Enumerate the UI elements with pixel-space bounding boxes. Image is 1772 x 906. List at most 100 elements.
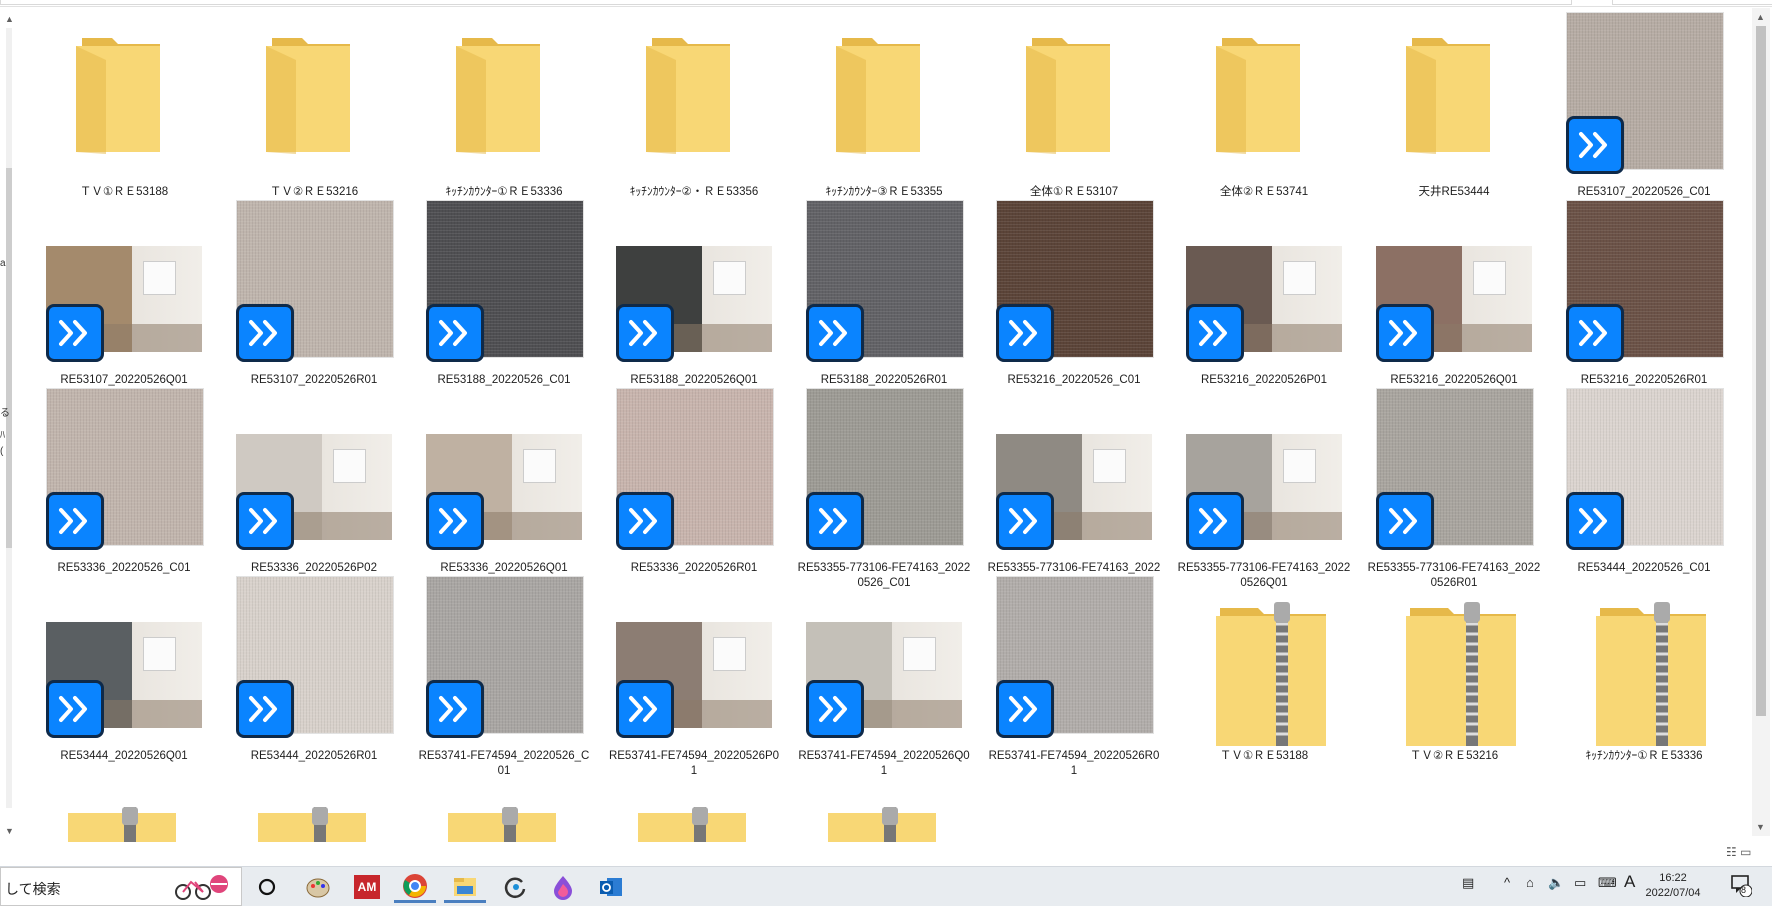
address-box[interactable] <box>0 0 1572 5</box>
show-hidden-icons-chevron-icon[interactable]: ^ <box>1504 875 1510 890</box>
fast-forward-badge-icon <box>1566 304 1624 362</box>
image-file-item[interactable]: RE53336_20220526_C01 <box>36 388 212 576</box>
folder-icon <box>452 30 546 156</box>
image-file-item[interactable]: RE53355-773106-FE74163_20220526R01 <box>1366 388 1542 589</box>
network-device-icon[interactable]: ⌂ <box>1526 875 1534 890</box>
image-file-item[interactable]: RE53216_20220526_C01 <box>986 200 1162 388</box>
folder-item[interactable]: ＴＶ②ＲＥ53216 <box>226 12 402 200</box>
image-file-item[interactable]: RE53444_20220526Q01 <box>36 576 212 764</box>
notification-count: 8 <box>1741 885 1747 895</box>
fast-forward-badge-icon <box>1186 492 1244 550</box>
ime-mode-indicator[interactable]: A <box>1624 872 1635 892</box>
item-label: RE53216_20220526_C01 <box>1007 374 1141 386</box>
folder-item[interactable]: ｷｯﾁﾝｶｳﾝﾀｰ①ＲＥ53336 <box>416 12 592 200</box>
image-file-item[interactable]: RE53336_20220526P02 <box>226 388 402 576</box>
am-app-icon[interactable]: AM <box>346 871 388 903</box>
image-file-item[interactable]: RE53188_20220526Q01 <box>606 200 782 388</box>
outlook-icon[interactable] <box>590 871 632 903</box>
cortana-icon[interactable] <box>246 871 288 903</box>
zip-archive-item[interactable]: ＴＶ②ＲＥ53216 <box>1366 576 1542 764</box>
image-file-item[interactable]: RE53355-773106-FE74163_20220526_C01 <box>796 388 972 589</box>
fast-forward-badge-icon <box>806 492 864 550</box>
scrollbar-thumb[interactable] <box>1756 26 1766 716</box>
image-file-item[interactable]: RE53336_20220526Q01 <box>416 388 592 576</box>
fast-forward-badge-icon <box>616 304 674 362</box>
search-highlight-bicycle-icon <box>175 875 228 900</box>
image-file-item[interactable]: RE53188_20220526R01 <box>796 200 972 388</box>
taskbar: して検索 AM ▤ ^ ⌂ 🔈 ▭ ⌨ A 16:22 2022/07/04 8 <box>0 866 1772 906</box>
view-mode-icons[interactable]: ☷ ▭ <box>1726 845 1751 859</box>
vertical-scrollbar[interactable]: ▲ ▼ <box>1752 8 1770 836</box>
image-file-item[interactable]: RE53336_20220526R01 <box>606 388 782 576</box>
item-label: RE53741-FE74594_20220526Q01 <box>798 750 970 777</box>
am-app-label: AM <box>354 875 380 899</box>
clock-time: 16:22 <box>1659 872 1687 884</box>
fast-forward-badge-icon <box>806 304 864 362</box>
folder-item[interactable]: 全体②ＲＥ53741 <box>1176 12 1352 200</box>
fast-forward-badge-icon <box>996 680 1054 738</box>
folder-item[interactable]: ＴＶ①ＲＥ53188 <box>36 12 212 200</box>
zip-folder-icon[interactable] <box>256 807 368 842</box>
item-label: RE53741-FE74594_20220526_C01 <box>418 750 590 777</box>
keyboard-icon[interactable]: ⌨ <box>1598 875 1617 891</box>
item-label: RE53741-FE74594_20220526P01 <box>608 750 780 777</box>
fast-forward-badge-icon <box>426 304 484 362</box>
file-grid: ＴＶ①ＲＥ53188 ＴＶ②ＲＥ53216 ｷｯﾁﾝｶｳﾝﾀｰ①ＲＥ53336 ｷｯﾁ… <box>36 12 1756 842</box>
zip-folder-icon[interactable] <box>636 807 748 842</box>
nav-text-fragment: る <box>0 408 10 419</box>
image-file-item[interactable]: RE53107_20220526Q01 <box>36 200 212 388</box>
folder-item[interactable]: 全体①ＲＥ53107 <box>986 12 1162 200</box>
zip-folder-icon[interactable] <box>826 807 938 842</box>
taskbar-search-box[interactable]: して検索 <box>0 867 242 906</box>
image-file-item[interactable]: RE53741-FE74594_20220526_C01 <box>416 576 592 777</box>
image-file-item[interactable]: RE53741-FE74594_20220526Q01 <box>796 576 972 777</box>
file-explorer-icon[interactable] <box>444 871 486 903</box>
zip-archive-item[interactable]: ＴＶ①ＲＥ53188 <box>1176 576 1352 764</box>
image-file-item[interactable]: RE53107_20220526R01 <box>226 200 402 388</box>
folder-item[interactable]: 天井RE53444 <box>1366 12 1542 200</box>
folder-item[interactable]: ｷｯﾁﾝｶｳﾝﾀｰ③ＲＥ53355 <box>796 12 972 200</box>
image-file-item[interactable]: RE53107_20220526_C01 <box>1556 12 1732 200</box>
nav-text-fragment: a <box>0 258 6 269</box>
folder-item[interactable]: ｷｯﾁﾝｶｳﾝﾀｰ②・ＲＥ53356 <box>606 12 782 200</box>
chrome-icon[interactable] <box>394 871 436 903</box>
item-label: RE53216_20220526Q01 <box>1390 374 1518 386</box>
image-file-item[interactable]: RE53355-773106-FE74163_20220526Q01 <box>1176 388 1352 589</box>
item-label: 全体②ＲＥ53741 <box>1219 186 1309 198</box>
nav-scroll-thumb[interactable] <box>6 168 12 548</box>
item-label: ｷｯﾁﾝｶｳﾝﾀｰ③ＲＥ53355 <box>825 186 943 198</box>
notification-center-icon[interactable]: 8 <box>1730 873 1753 900</box>
image-file-item[interactable]: RE53216_20220526R01 <box>1556 200 1732 388</box>
scroll-down-arrow-icon[interactable]: ▼ <box>5 826 14 836</box>
clock[interactable]: 16:22 2022/07/04 <box>1640 871 1706 901</box>
zip-folder-icon[interactable] <box>446 807 558 842</box>
scroll-up-icon[interactable]: ▲ <box>1756 12 1765 22</box>
image-file-item[interactable]: RE53216_20220526Q01 <box>1366 200 1542 388</box>
item-label: 天井RE53444 <box>1418 186 1490 198</box>
folder-icon <box>1402 30 1496 156</box>
image-file-item[interactable]: RE53216_20220526P01 <box>1176 200 1352 388</box>
navigation-pane-edge: ▲ ▼ <box>0 8 18 836</box>
image-file-item[interactable]: RE53444_20220526_C01 <box>1556 388 1732 576</box>
zip-archive-item[interactable]: ｷｯﾁﾝｶｳﾝﾀｰ①ＲＥ53336 <box>1556 576 1732 764</box>
fast-forward-badge-icon <box>1566 116 1624 174</box>
zip-folder-icon[interactable] <box>66 807 178 842</box>
item-label: ｷｯﾁﾝｶｳﾝﾀｰ①ＲＥ53336 <box>1585 750 1703 762</box>
item-label: RE53336_20220526Q01 <box>440 562 568 574</box>
news-widget-icon[interactable]: ▤ <box>1462 875 1474 891</box>
scroll-up-arrow-icon[interactable]: ▲ <box>5 14 14 24</box>
item-label: RE53741-FE74594_20220526R01 <box>988 750 1160 777</box>
image-file-item[interactable]: RE53741-FE74594_20220526R01 <box>986 576 1162 777</box>
paint-icon[interactable] <box>297 871 339 903</box>
display-icon[interactable]: ▭ <box>1574 875 1586 891</box>
search-box[interactable] <box>1612 0 1772 5</box>
scroll-down-icon[interactable]: ▼ <box>1756 822 1765 832</box>
image-file-item[interactable]: RE53444_20220526R01 <box>226 576 402 764</box>
refresh-app-icon[interactable] <box>494 871 536 903</box>
image-file-item[interactable]: RE53355-773106-FE74163_20220526P02 <box>986 388 1162 589</box>
volume-icon[interactable]: 🔈 <box>1548 875 1564 891</box>
image-file-item[interactable]: RE53188_20220526_C01 <box>416 200 592 388</box>
fast-forward-badge-icon <box>616 492 674 550</box>
color-app-icon[interactable] <box>542 871 584 903</box>
image-file-item[interactable]: RE53741-FE74594_20220526P01 <box>606 576 782 777</box>
